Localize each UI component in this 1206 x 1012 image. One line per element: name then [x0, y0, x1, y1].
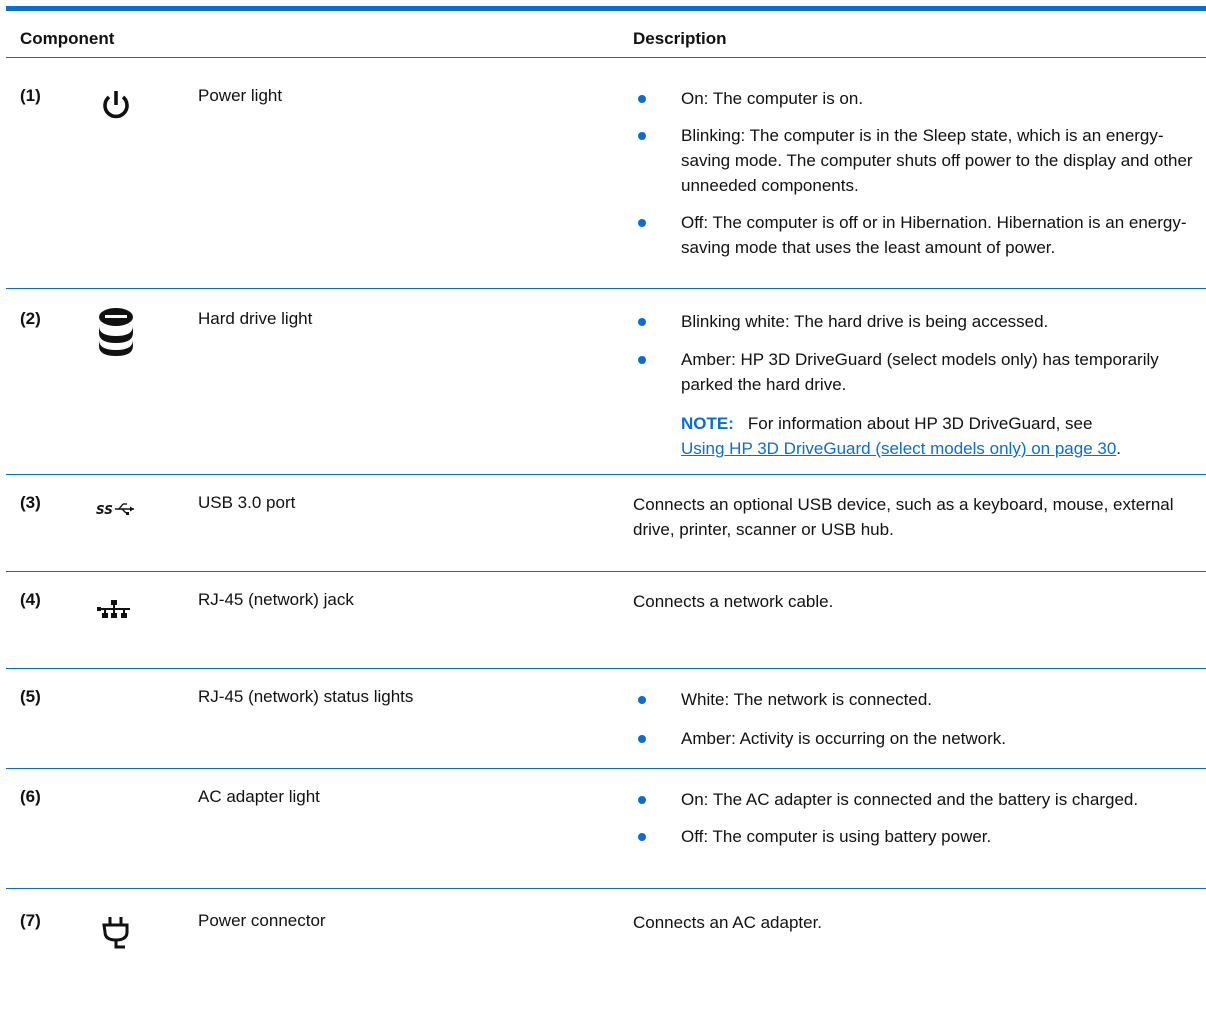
component-description: Blinking white: The hard drive is being … [633, 309, 1197, 461]
list-item: Off: The computer is using battery power… [633, 824, 1197, 849]
components-table: Component Description (1) Power light On… [6, 6, 1206, 989]
bullet-icon [638, 318, 646, 326]
table-row: (5) RJ-45 (network) status lights White:… [6, 669, 1206, 769]
hard-drive-icon [80, 307, 152, 357]
component-description: White: The network is connected. Amber: … [633, 687, 1197, 751]
row-number: (3) [20, 493, 41, 512]
network-icon [80, 598, 152, 622]
list-item: Amber: HP 3D DriveGuard (select models o… [633, 347, 1197, 397]
component-description: On: The AC adapter is connected and the … [633, 787, 1197, 849]
power-connector-icon [80, 915, 152, 955]
table-row: (1) Power light On: The computer is on. … [6, 58, 1206, 289]
table-row: (6) AC adapter light On: The AC adapter … [6, 769, 1206, 889]
component-name: RJ-45 (network) status lights [198, 687, 414, 706]
component-description: Connects an AC adapter. [633, 913, 823, 932]
table-row: (2) Hard drive light Blinking white: The… [6, 289, 1206, 475]
list-item: Blinking white: The hard drive is being … [633, 309, 1197, 334]
component-name: Power connector [198, 911, 326, 930]
component-name: Power light [198, 86, 283, 105]
row-number: (2) [20, 309, 41, 328]
bullet-icon [638, 796, 646, 804]
row-number: (6) [20, 787, 41, 806]
component-name: AC adapter light [198, 787, 320, 806]
component-description: Connects an optional USB device, such as… [633, 495, 1174, 539]
note-label: NOTE: [681, 414, 734, 433]
table-row: (7) Power connector Connects an AC adapt… [6, 889, 1206, 989]
svg-text:SS: SS [96, 503, 113, 517]
power-icon [80, 88, 152, 122]
row-number: (4) [20, 590, 41, 609]
bullet-icon [638, 833, 646, 841]
component-name: Hard drive light [198, 309, 313, 328]
component-description: On: The computer is on. Blinking: The co… [633, 86, 1197, 260]
list-item: White: The network is connected. [633, 687, 1197, 712]
component-description: Connects a network cable. [633, 592, 834, 611]
list-item: On: The AC adapter is connected and the … [633, 787, 1197, 812]
component-name: RJ-45 (network) jack [198, 590, 354, 609]
header-component: Component [20, 29, 115, 48]
bullet-icon [638, 95, 646, 103]
note-text: For information about HP 3D DriveGuard, … [747, 414, 1093, 433]
bullet-icon [638, 219, 646, 227]
bullet-icon [638, 356, 646, 364]
table-row: (3) SS USB 3.0 port Connects an optional… [6, 475, 1206, 572]
page-link[interactable]: Using HP 3D DriveGuard (select models on… [681, 439, 1116, 458]
row-number: (1) [20, 86, 41, 105]
row-number: (7) [20, 911, 41, 930]
list-item: Off: The computer is off or in Hibernati… [633, 210, 1197, 260]
usb-superspeed-icon: SS [80, 497, 152, 521]
list-item: Blinking: The computer is in the Sleep s… [633, 123, 1197, 198]
row-number: (5) [20, 687, 41, 706]
header-description: Description [633, 29, 727, 48]
bullet-icon [638, 696, 646, 704]
list-item: Amber: Activity is occurring on the netw… [633, 726, 1197, 751]
bullet-icon [638, 132, 646, 140]
component-name: USB 3.0 port [198, 493, 296, 512]
note: NOTE: For information about HP 3D DriveGu… [681, 414, 1122, 458]
list-item: On: The computer is on. [633, 86, 1197, 111]
table-row: (4) RJ-45 (network) jack Connects a netw… [6, 572, 1206, 669]
bullet-icon [638, 735, 646, 743]
table-header: Component Description [6, 6, 1206, 58]
